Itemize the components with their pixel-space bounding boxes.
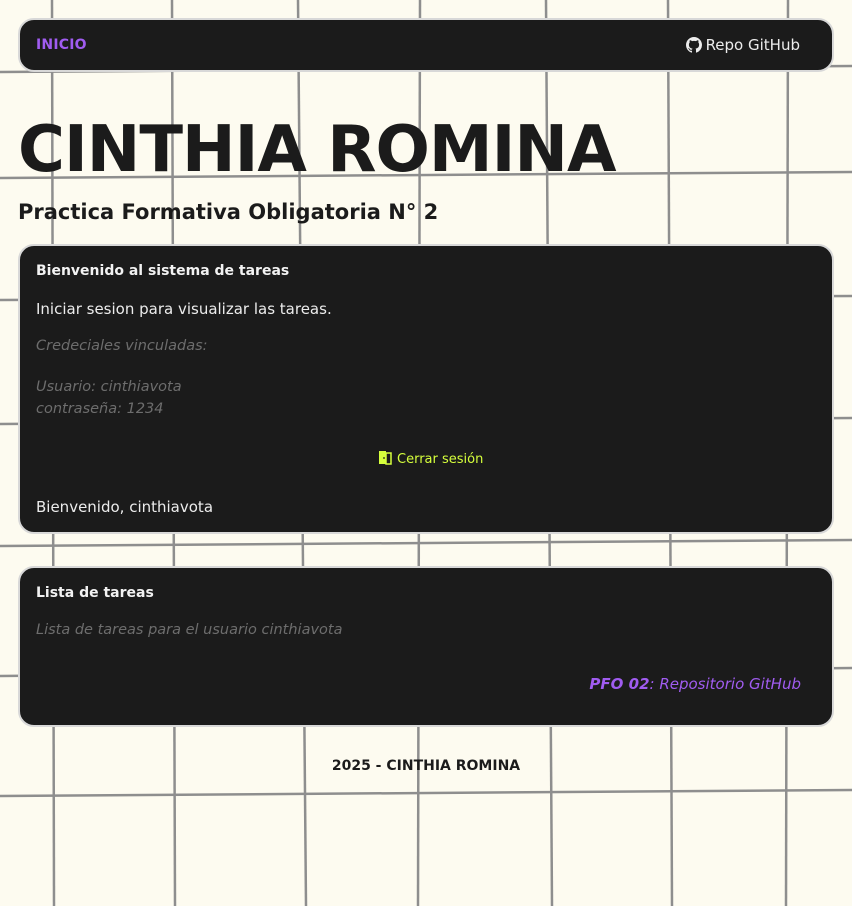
pfo-repo-link[interactable]: PFO 02: Repositorio GitHub	[589, 675, 801, 693]
pfo-repo-link-strong: PFO 02	[589, 675, 650, 693]
door-icon	[378, 450, 393, 469]
tasks-card: Lista de tareas Lista de tareas para el …	[18, 566, 834, 727]
login-instruction: Iniciar sesion para visualizar las tarea…	[36, 300, 332, 318]
credentials-heading: Credeciales vinculadas:	[36, 338, 208, 354]
logout-button[interactable]: Cerrar sesión	[378, 450, 483, 469]
page-footer: 2025 - CINTHIA ROMINA	[331, 758, 521, 774]
login-card-title: Bienvenido al sistema de tareas	[36, 263, 290, 279]
credentials-password: contraseña: 1234	[36, 401, 164, 417]
nav-repo-link[interactable]: Repo GitHub	[685, 36, 800, 54]
tasks-description: Lista de tareas para el usuario cinthiav…	[36, 622, 343, 638]
page-subtitle: Practica Formativa Obligatoria N° 2	[18, 200, 439, 224]
navbar: INICIO Repo GitHub	[18, 18, 834, 72]
pfo-repo-link-label: : Repositorio GitHub	[649, 675, 801, 693]
welcome-text: Bienvenido, cinthiavota	[36, 498, 214, 516]
page-title: CINTHIA ROMINA	[18, 113, 616, 187]
login-card: Bienvenido al sistema de tareas Iniciar …	[18, 244, 834, 534]
tasks-card-title: Lista de tareas	[36, 585, 154, 601]
github-icon	[685, 37, 702, 53]
nav-home-link[interactable]: INICIO	[36, 37, 87, 53]
nav-repo-label: Repo GitHub	[705, 36, 800, 54]
credentials-user: Usuario: cinthiavota	[36, 379, 182, 395]
logout-label: Cerrar sesión	[397, 452, 484, 467]
